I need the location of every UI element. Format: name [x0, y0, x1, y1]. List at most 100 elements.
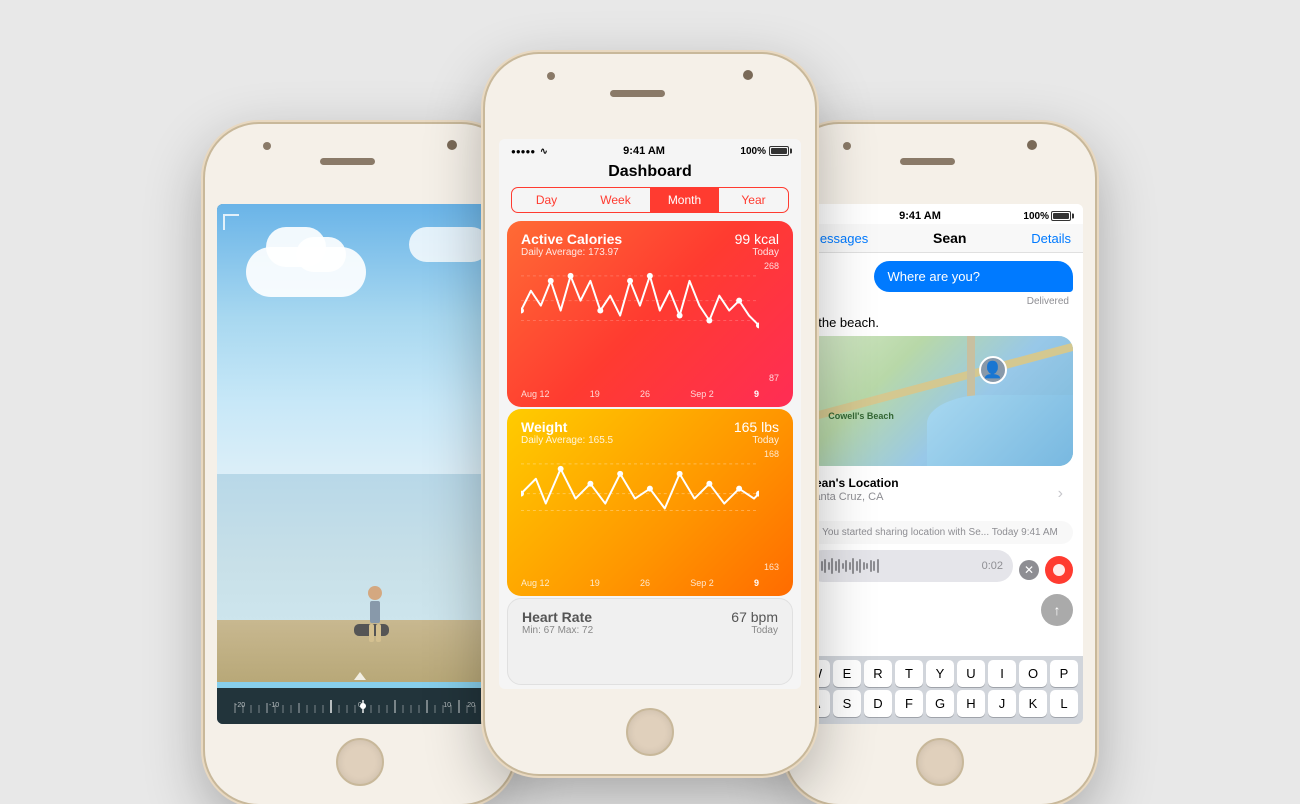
cal-x0: Aug 12: [521, 389, 550, 399]
tab-day[interactable]: Day: [512, 188, 581, 212]
key-D[interactable]: D: [864, 690, 892, 717]
wt-x0: Aug 12: [521, 578, 550, 588]
cloud1: [246, 247, 366, 297]
card-calories[interactable]: Active Calories Daily Average: 173.97 99…: [507, 221, 793, 407]
iphone-right: ∿ 9:41 AM 100% Messages Sean Details: [785, 124, 1095, 804]
ruler-num-10: 10: [443, 702, 451, 709]
wbar14: [863, 562, 865, 570]
person-legs: [366, 624, 384, 642]
iphone-left: -20 -10 0 10 20 30: [205, 124, 515, 804]
ruler-num-0: 0: [358, 702, 362, 709]
cloud2: [409, 227, 489, 262]
photos-screen: -20 -10 0 10 20 30: [217, 204, 503, 724]
key-U[interactable]: U: [957, 660, 985, 687]
iphone-right-top: [785, 124, 1095, 214]
key-G[interactable]: G: [926, 690, 954, 717]
card-weight[interactable]: Weight Daily Average: 165.5 165 lbs Toda…: [507, 409, 793, 595]
msg-back-button[interactable]: Messages: [809, 231, 868, 246]
tab-week[interactable]: Week: [581, 188, 650, 212]
heartrate-date: Today: [731, 625, 778, 636]
cal-x3: Sep 2: [690, 389, 714, 399]
battery-area: 100%: [740, 146, 789, 157]
health-screen: ●●●●● ∿ 9:41 AM 100% Dashboard Day: [499, 139, 801, 689]
key-J[interactable]: J: [988, 690, 1016, 717]
map-bubble[interactable]: Cowell's Beach 👤: [807, 336, 1073, 466]
photos-content: -20 -10 0 10 20 30: [217, 204, 503, 724]
weight-svg: [521, 449, 759, 518]
msg-details-button[interactable]: Details: [1031, 231, 1071, 246]
scene: -20 -10 0 10 20 30: [0, 0, 1300, 774]
key-R[interactable]: R: [864, 660, 892, 687]
sharing-text: You started sharing location with Se... …: [822, 527, 1058, 538]
speaker-slot-center: [610, 90, 665, 97]
wbar11: [852, 558, 854, 574]
msg-contact-name: Sean: [933, 230, 966, 246]
home-button-center[interactable]: [626, 708, 674, 756]
weight-chart: 168 163 Aug 12 19 26 Sep 2 9: [521, 449, 779, 587]
key-K[interactable]: K: [1019, 690, 1047, 717]
home-button-left[interactable]: [336, 738, 384, 786]
calories-title: Active Calories: [521, 231, 622, 247]
wbar2: [821, 561, 823, 571]
wt-x4: 9: [754, 578, 759, 588]
key-L[interactable]: L: [1050, 690, 1078, 717]
wt-x2: 26: [640, 578, 650, 588]
cal-min-label: 87: [769, 373, 779, 383]
wt-x1: 19: [590, 578, 600, 588]
cal-max-label: 268: [764, 261, 779, 271]
person-figure: [366, 586, 384, 641]
signal-indicators: ●●●●● ∿: [511, 146, 548, 157]
iphone-center: ●●●●● ∿ 9:41 AM 100% Dashboard Day: [485, 54, 815, 774]
weight-title: Weight: [521, 419, 613, 435]
wbar8: [842, 563, 844, 569]
audio-record-button[interactable]: [1045, 556, 1073, 584]
card-heartrate[interactable]: Heart Rate Min: 67 Max: 72 67 bpm Today: [507, 598, 793, 685]
cal-x4: 9: [754, 389, 759, 399]
key-F[interactable]: F: [895, 690, 923, 717]
tab-month[interactable]: Month: [650, 188, 719, 212]
speaker-dot-left: [263, 142, 271, 150]
ruler-num-neg10: -10: [269, 702, 279, 709]
wbar18: [877, 559, 879, 573]
home-button-right[interactable]: [916, 738, 964, 786]
msg-nav-bar: Messages Sean Details: [797, 224, 1083, 253]
iphone-left-top: [205, 124, 515, 214]
key-P[interactable]: P: [1050, 660, 1078, 687]
location-sub: Santa Cruz, CA: [807, 491, 1073, 503]
key-T[interactable]: T: [895, 660, 923, 687]
audio-message[interactable]: 0:02: [807, 550, 1013, 582]
wbar10: [849, 562, 851, 570]
key-S[interactable]: S: [833, 690, 861, 717]
wbar6: [835, 561, 837, 571]
speaker-dot-right: [843, 142, 851, 150]
signal-dots: ●●●●●: [511, 147, 535, 156]
wt-min-label: 163: [764, 562, 779, 572]
calories-title-group: Active Calories Daily Average: 173.97: [521, 231, 622, 259]
weight-title-group: Weight Daily Average: 165.5: [521, 419, 613, 447]
calories-svg: [521, 261, 759, 330]
weight-x-labels: Aug 12 19 26 Sep 2 9: [521, 578, 759, 588]
calories-subtitle: Daily Average: 173.97: [521, 247, 622, 258]
weight-value-group: 165 lbs Today: [734, 419, 779, 446]
tab-year[interactable]: Year: [719, 188, 788, 212]
heartrate-subtitle: Min: 67 Max: 72: [522, 625, 593, 636]
key-H[interactable]: H: [957, 690, 985, 717]
wt-max-label: 168: [764, 449, 779, 459]
record-inner: [1053, 564, 1065, 576]
person-head: [368, 586, 382, 600]
heartrate-header: Heart Rate Min: 67 Max: 72 67 bpm Today: [522, 609, 778, 637]
sharing-notice: You started sharing location with Se... …: [807, 521, 1073, 544]
wbar9: [845, 560, 847, 572]
audio-cancel-button[interactable]: ✕: [1019, 560, 1039, 580]
key-O[interactable]: O: [1019, 660, 1047, 687]
calories-right-labels: 268 87: [764, 261, 779, 383]
key-E[interactable]: E: [833, 660, 861, 687]
crop-corner-tl: [223, 214, 239, 230]
wifi-indicator: ∿: [540, 146, 548, 157]
key-I[interactable]: I: [988, 660, 1016, 687]
key-Y[interactable]: Y: [926, 660, 954, 687]
ruler-container: -20 -10 0 10 20 30: [217, 688, 503, 724]
location-row[interactable]: Sean's Location Santa Cruz, CA ›: [807, 472, 1073, 515]
send-button[interactable]: ↑: [1041, 594, 1073, 626]
sky: [217, 204, 503, 490]
